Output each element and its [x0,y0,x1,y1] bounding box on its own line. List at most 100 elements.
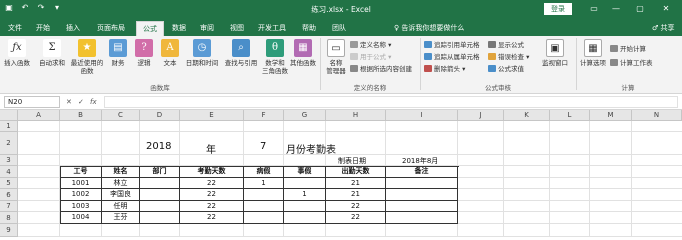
cell-attendance-days[interactable]: 22 [180,201,244,212]
column-header-k[interactable]: K [504,110,550,121]
header-cell-sick-leave[interactable]: 病假 [244,166,284,178]
close-icon[interactable]: ✕ [656,2,676,16]
cell-name[interactable]: 李国良 [102,189,140,201]
tab-review[interactable]: 审阅 [196,21,218,36]
cell-sick-leave[interactable]: 1 [244,178,284,189]
cell-days-present[interactable]: 22 [326,212,386,224]
lookup-reference-button[interactable]: ⌕ 查找与引用 [222,39,260,67]
title-text-cell[interactable]: 月份考勤表 [286,141,336,156]
calculation-options-button[interactable]: ▦ 计算选项 [578,39,608,67]
cell-sick-leave[interactable] [244,189,284,201]
evaluate-formula-button[interactable]: 公式求值 [488,64,524,74]
tab-team[interactable]: 团队 [328,21,350,36]
cell-attendance-days[interactable]: 22 [180,212,244,224]
define-name-button[interactable]: 定义名称 ▾ [350,40,391,50]
tab-page-layout[interactable]: 页面布局 [92,21,130,36]
math-trig-button[interactable]: θ 数学和 三角函数 [262,39,288,75]
column-header-e[interactable]: E [180,110,244,121]
insert-function-button[interactable]: ƒx 插入函数 [2,39,32,67]
error-checking-button[interactable]: 错误检查 ▾ [488,52,529,62]
column-header-c[interactable]: C [102,110,140,121]
tab-file[interactable]: 文件 [4,21,26,36]
enter-icon[interactable]: ✓ [78,96,84,108]
cell-remarks[interactable] [386,212,458,224]
cancel-icon[interactable]: ✕ [66,96,72,108]
tab-data[interactable]: 数据 [168,21,190,36]
row-header-5[interactable]: 5 [0,178,18,189]
tab-insert[interactable]: 插入 [62,21,84,36]
made-date-value-cell[interactable]: 2018年8月 [402,156,438,166]
column-header-g[interactable]: G [284,110,326,121]
tab-view[interactable]: 视图 [226,21,248,36]
cell-personal-leave[interactable] [284,178,326,189]
header-cell-remarks[interactable]: 备注 [386,166,458,178]
watch-window-button[interactable]: ▣ 监视窗口 [538,39,572,67]
header-cell-department[interactable]: 部门 [140,166,180,178]
cell-department[interactable] [140,189,180,201]
cell-personal-leave[interactable]: 1 [284,189,326,201]
cell-sick-leave[interactable] [244,201,284,212]
tab-developer[interactable]: 开发工具 [254,21,290,36]
row-header-1[interactable]: 1 [0,121,18,132]
recently-used-button[interactable]: ★ 最近使用的 函数 [70,39,104,75]
row-header-4[interactable]: 4 [0,166,18,178]
use-in-formula-button[interactable]: 用于公式 ▾ [350,52,391,62]
tab-help[interactable]: 帮助 [298,21,320,36]
name-box[interactable]: N20 [4,96,60,108]
formula-input[interactable] [104,96,678,108]
date-time-button[interactable]: ◷ 日期和时间 [184,39,220,67]
row-header-9[interactable]: 9 [0,224,18,237]
made-date-label-cell[interactable]: 制表日期 [338,156,366,166]
text-button[interactable]: A 文本 [158,39,182,67]
more-functions-button[interactable]: ▦ 其他函数 [288,39,318,67]
restore-icon[interactable]: ▢ [630,2,650,16]
create-from-selection-button[interactable]: 根据所选内容创建 [350,64,412,74]
remove-arrows-button[interactable]: 删除箭头 ▾ [424,64,465,74]
cell-department[interactable] [140,212,180,224]
autosum-button[interactable]: Σ 自动求和 [36,39,68,67]
cell-personal-leave[interactable] [284,201,326,212]
row-header-6[interactable]: 6 [0,189,18,201]
insert-function-fx-icon[interactable]: fx [90,96,97,108]
cell-days-present[interactable]: 21 [326,178,386,189]
trace-precedents-button[interactable]: 追踪引用单元格 [424,40,480,50]
title-month-cell[interactable]: 7 [260,141,266,152]
ribbon-display-options-icon[interactable]: ▭ [584,2,604,16]
cell-name[interactable]: 任明 [102,201,140,212]
login-button[interactable]: 登录 [544,3,572,15]
cell-days-present[interactable]: 21 [326,189,386,201]
cell-id[interactable]: 1001 [60,178,102,189]
cell-id[interactable]: 1004 [60,212,102,224]
tell-me-search[interactable]: ♀ 告诉我你想要做什么 [394,21,464,36]
cell-sick-leave[interactable] [244,212,284,224]
header-cell-personal-leave[interactable]: 事假 [284,166,326,178]
column-header-l[interactable]: L [550,110,590,121]
select-all-corner[interactable] [0,110,18,121]
cell-department[interactable] [140,201,180,212]
column-header-b[interactable]: B [60,110,102,121]
title-year-cell[interactable]: 2018 [146,141,171,152]
header-cell-days-present[interactable]: 出勤天数 [326,166,386,178]
header-cell-attendance-days[interactable]: 考勤天数 [180,166,244,178]
cell-personal-leave[interactable] [284,212,326,224]
cell-remarks[interactable] [386,178,458,189]
row-header-8[interactable]: 8 [0,212,18,224]
column-header-i[interactable]: I [386,110,458,121]
cell-remarks[interactable] [386,201,458,212]
share-button[interactable]: ♂ 共享 [652,21,675,36]
column-header-a[interactable]: A [18,110,60,121]
worksheet-grid[interactable]: A B C D E F G H I J K L M N 1 2 3 4 5 6 … [0,110,682,237]
cell-attendance-days[interactable]: 22 [180,178,244,189]
title-nian-cell[interactable]: 年 [206,141,216,156]
cell-id[interactable]: 1003 [60,201,102,212]
column-header-n[interactable]: N [632,110,682,121]
row-header-7[interactable]: 7 [0,201,18,212]
cell-name[interactable]: 林立 [102,178,140,189]
tab-formulas[interactable]: 公式 [136,21,164,36]
show-formulas-button[interactable]: 显示公式 [488,40,524,50]
logical-button[interactable]: ? 逻辑 [132,39,156,67]
cell-id[interactable]: 1002 [60,189,102,201]
row-header-3[interactable]: 3 [0,155,18,166]
column-header-j[interactable]: J [458,110,504,121]
column-header-m[interactable]: M [590,110,632,121]
